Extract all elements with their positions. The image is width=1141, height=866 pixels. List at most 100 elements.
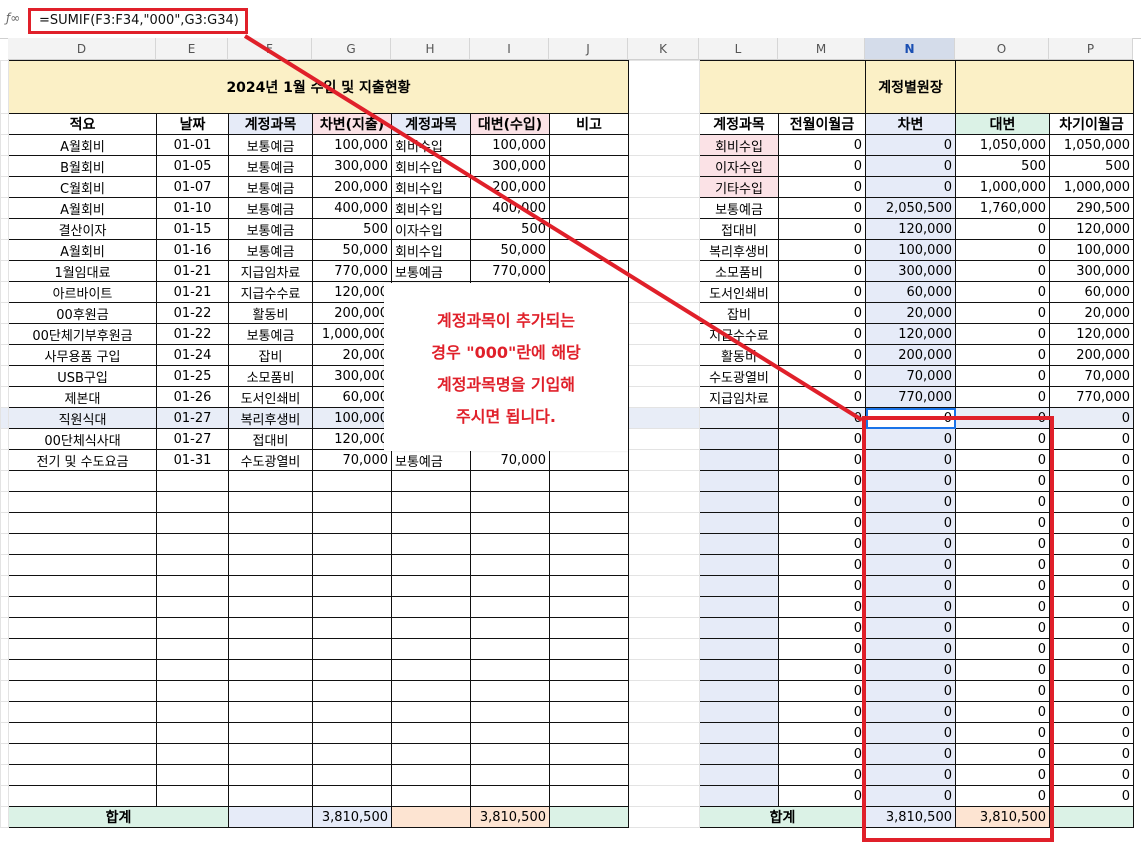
left-cell[interactable]: 보통예금: [228, 176, 313, 198]
left-cell[interactable]: [228, 638, 313, 660]
left-title[interactable]: 2024년 1월 수입 및 지출현황: [8, 60, 629, 114]
right-cell[interactable]: 0: [955, 680, 1050, 702]
left-cell[interactable]: 00후원금: [8, 302, 157, 324]
right-cell[interactable]: 0: [1049, 428, 1134, 450]
row-stub[interactable]: [0, 575, 9, 597]
left-cell[interactable]: [391, 512, 471, 534]
left-cell[interactable]: [470, 554, 550, 576]
right-cell[interactable]: 200,000: [1049, 344, 1134, 366]
left-cell[interactable]: 회비수입: [391, 197, 471, 219]
right-cell[interactable]: 0: [778, 533, 866, 555]
left-cell[interactable]: [470, 785, 550, 807]
left-cell[interactable]: 보통예금: [228, 239, 313, 261]
left-cell[interactable]: [312, 680, 392, 702]
right-cell[interactable]: [699, 428, 779, 450]
right-cell[interactable]: 0: [778, 197, 866, 219]
right-cell[interactable]: 0: [778, 239, 866, 261]
right-cell[interactable]: 0: [778, 281, 866, 303]
left-cell[interactable]: [549, 260, 629, 282]
cell[interactable]: [628, 155, 700, 177]
column-header-f[interactable]: F: [228, 38, 312, 60]
row-stub[interactable]: [0, 197, 9, 219]
right-cell[interactable]: 0: [1049, 554, 1134, 576]
right-cell[interactable]: 0: [1049, 512, 1134, 534]
left-cell[interactable]: 01-25: [156, 365, 229, 387]
left-cell[interactable]: [228, 596, 313, 618]
right-cell[interactable]: 0: [1049, 701, 1134, 723]
left-cell[interactable]: [391, 701, 471, 723]
left-cell[interactable]: [549, 197, 629, 219]
left-cell[interactable]: [549, 617, 629, 639]
right-cell[interactable]: 0: [865, 176, 956, 198]
cell[interactable]: [628, 218, 700, 240]
left-total-note[interactable]: [549, 806, 629, 828]
left-cell[interactable]: [549, 470, 629, 492]
right-cell[interactable]: [699, 785, 779, 807]
left-cell[interactable]: [312, 785, 392, 807]
right-cell[interactable]: 0: [955, 260, 1050, 282]
left-cell[interactable]: [8, 575, 157, 597]
right-cell[interactable]: 0: [1049, 596, 1134, 618]
left-cell[interactable]: 01-27: [156, 428, 229, 450]
right-cell[interactable]: 1,760,000: [955, 197, 1050, 219]
column-header-k[interactable]: K: [628, 38, 699, 60]
right-cell[interactable]: 0: [865, 680, 956, 702]
right-cell[interactable]: 0: [778, 365, 866, 387]
right-total-label[interactable]: 합계: [699, 806, 866, 828]
left-cell[interactable]: 제본대: [8, 386, 157, 408]
column-header-g[interactable]: G: [312, 38, 391, 60]
right-cell[interactable]: 0: [865, 533, 956, 555]
cell[interactable]: [628, 491, 700, 513]
row-stub[interactable]: [0, 764, 9, 786]
row-stub[interactable]: [0, 554, 9, 576]
left-cell[interactable]: [549, 134, 629, 156]
right-cell[interactable]: 0: [955, 638, 1050, 660]
row-stub[interactable]: [0, 60, 9, 114]
right-cell[interactable]: 도서인쇄비: [699, 281, 779, 303]
row-stub[interactable]: [0, 533, 9, 555]
left-cell[interactable]: 200,000: [312, 302, 392, 324]
left-cell[interactable]: [8, 638, 157, 660]
row-stub[interactable]: [0, 722, 9, 744]
right-cell[interactable]: 0: [955, 218, 1050, 240]
cell[interactable]: [628, 428, 700, 450]
right-cell[interactable]: 0: [865, 785, 956, 807]
right-cell[interactable]: 0: [955, 344, 1050, 366]
left-cell[interactable]: 지급임차료: [228, 260, 313, 282]
right-cell[interactable]: 0: [778, 260, 866, 282]
row-stub[interactable]: [0, 659, 9, 681]
right-cell[interactable]: 0: [865, 596, 956, 618]
left-total-label[interactable]: 합계: [8, 806, 229, 828]
cell[interactable]: [628, 197, 700, 219]
right-cell[interactable]: 120,000: [1049, 218, 1134, 240]
left-cell[interactable]: [228, 659, 313, 681]
right-cell[interactable]: 0: [778, 680, 866, 702]
left-cell[interactable]: [391, 596, 471, 618]
left-cell[interactable]: 200,000: [312, 176, 392, 198]
right-cell[interactable]: 120,000: [865, 323, 956, 345]
right-cell[interactable]: 0: [865, 512, 956, 534]
cell[interactable]: [628, 554, 700, 576]
left-cell[interactable]: 보통예금: [391, 449, 471, 471]
left-cell[interactable]: [549, 743, 629, 765]
left-cell[interactable]: 500: [312, 218, 392, 240]
row-stub[interactable]: [0, 281, 9, 303]
left-cell[interactable]: [549, 533, 629, 555]
right-cell[interactable]: 0: [955, 428, 1050, 450]
right-cell[interactable]: 0: [955, 533, 1050, 555]
left-cell[interactable]: 보통예금: [228, 323, 313, 345]
left-cell[interactable]: A월회비: [8, 197, 157, 219]
left-cell[interactable]: 100,000: [312, 134, 392, 156]
right-cell[interactable]: 0: [865, 722, 956, 744]
right-cell[interactable]: 0: [865, 743, 956, 765]
left-cell[interactable]: 300,000: [312, 365, 392, 387]
left-cell[interactable]: [312, 764, 392, 786]
right-cell[interactable]: 0: [1049, 491, 1134, 513]
right-cell[interactable]: [699, 512, 779, 534]
cell[interactable]: [628, 722, 700, 744]
left-cell[interactable]: [156, 680, 229, 702]
left-cell[interactable]: [549, 512, 629, 534]
left-cell[interactable]: [391, 533, 471, 555]
right-cell[interactable]: 200,000: [865, 344, 956, 366]
right-cell[interactable]: [699, 533, 779, 555]
